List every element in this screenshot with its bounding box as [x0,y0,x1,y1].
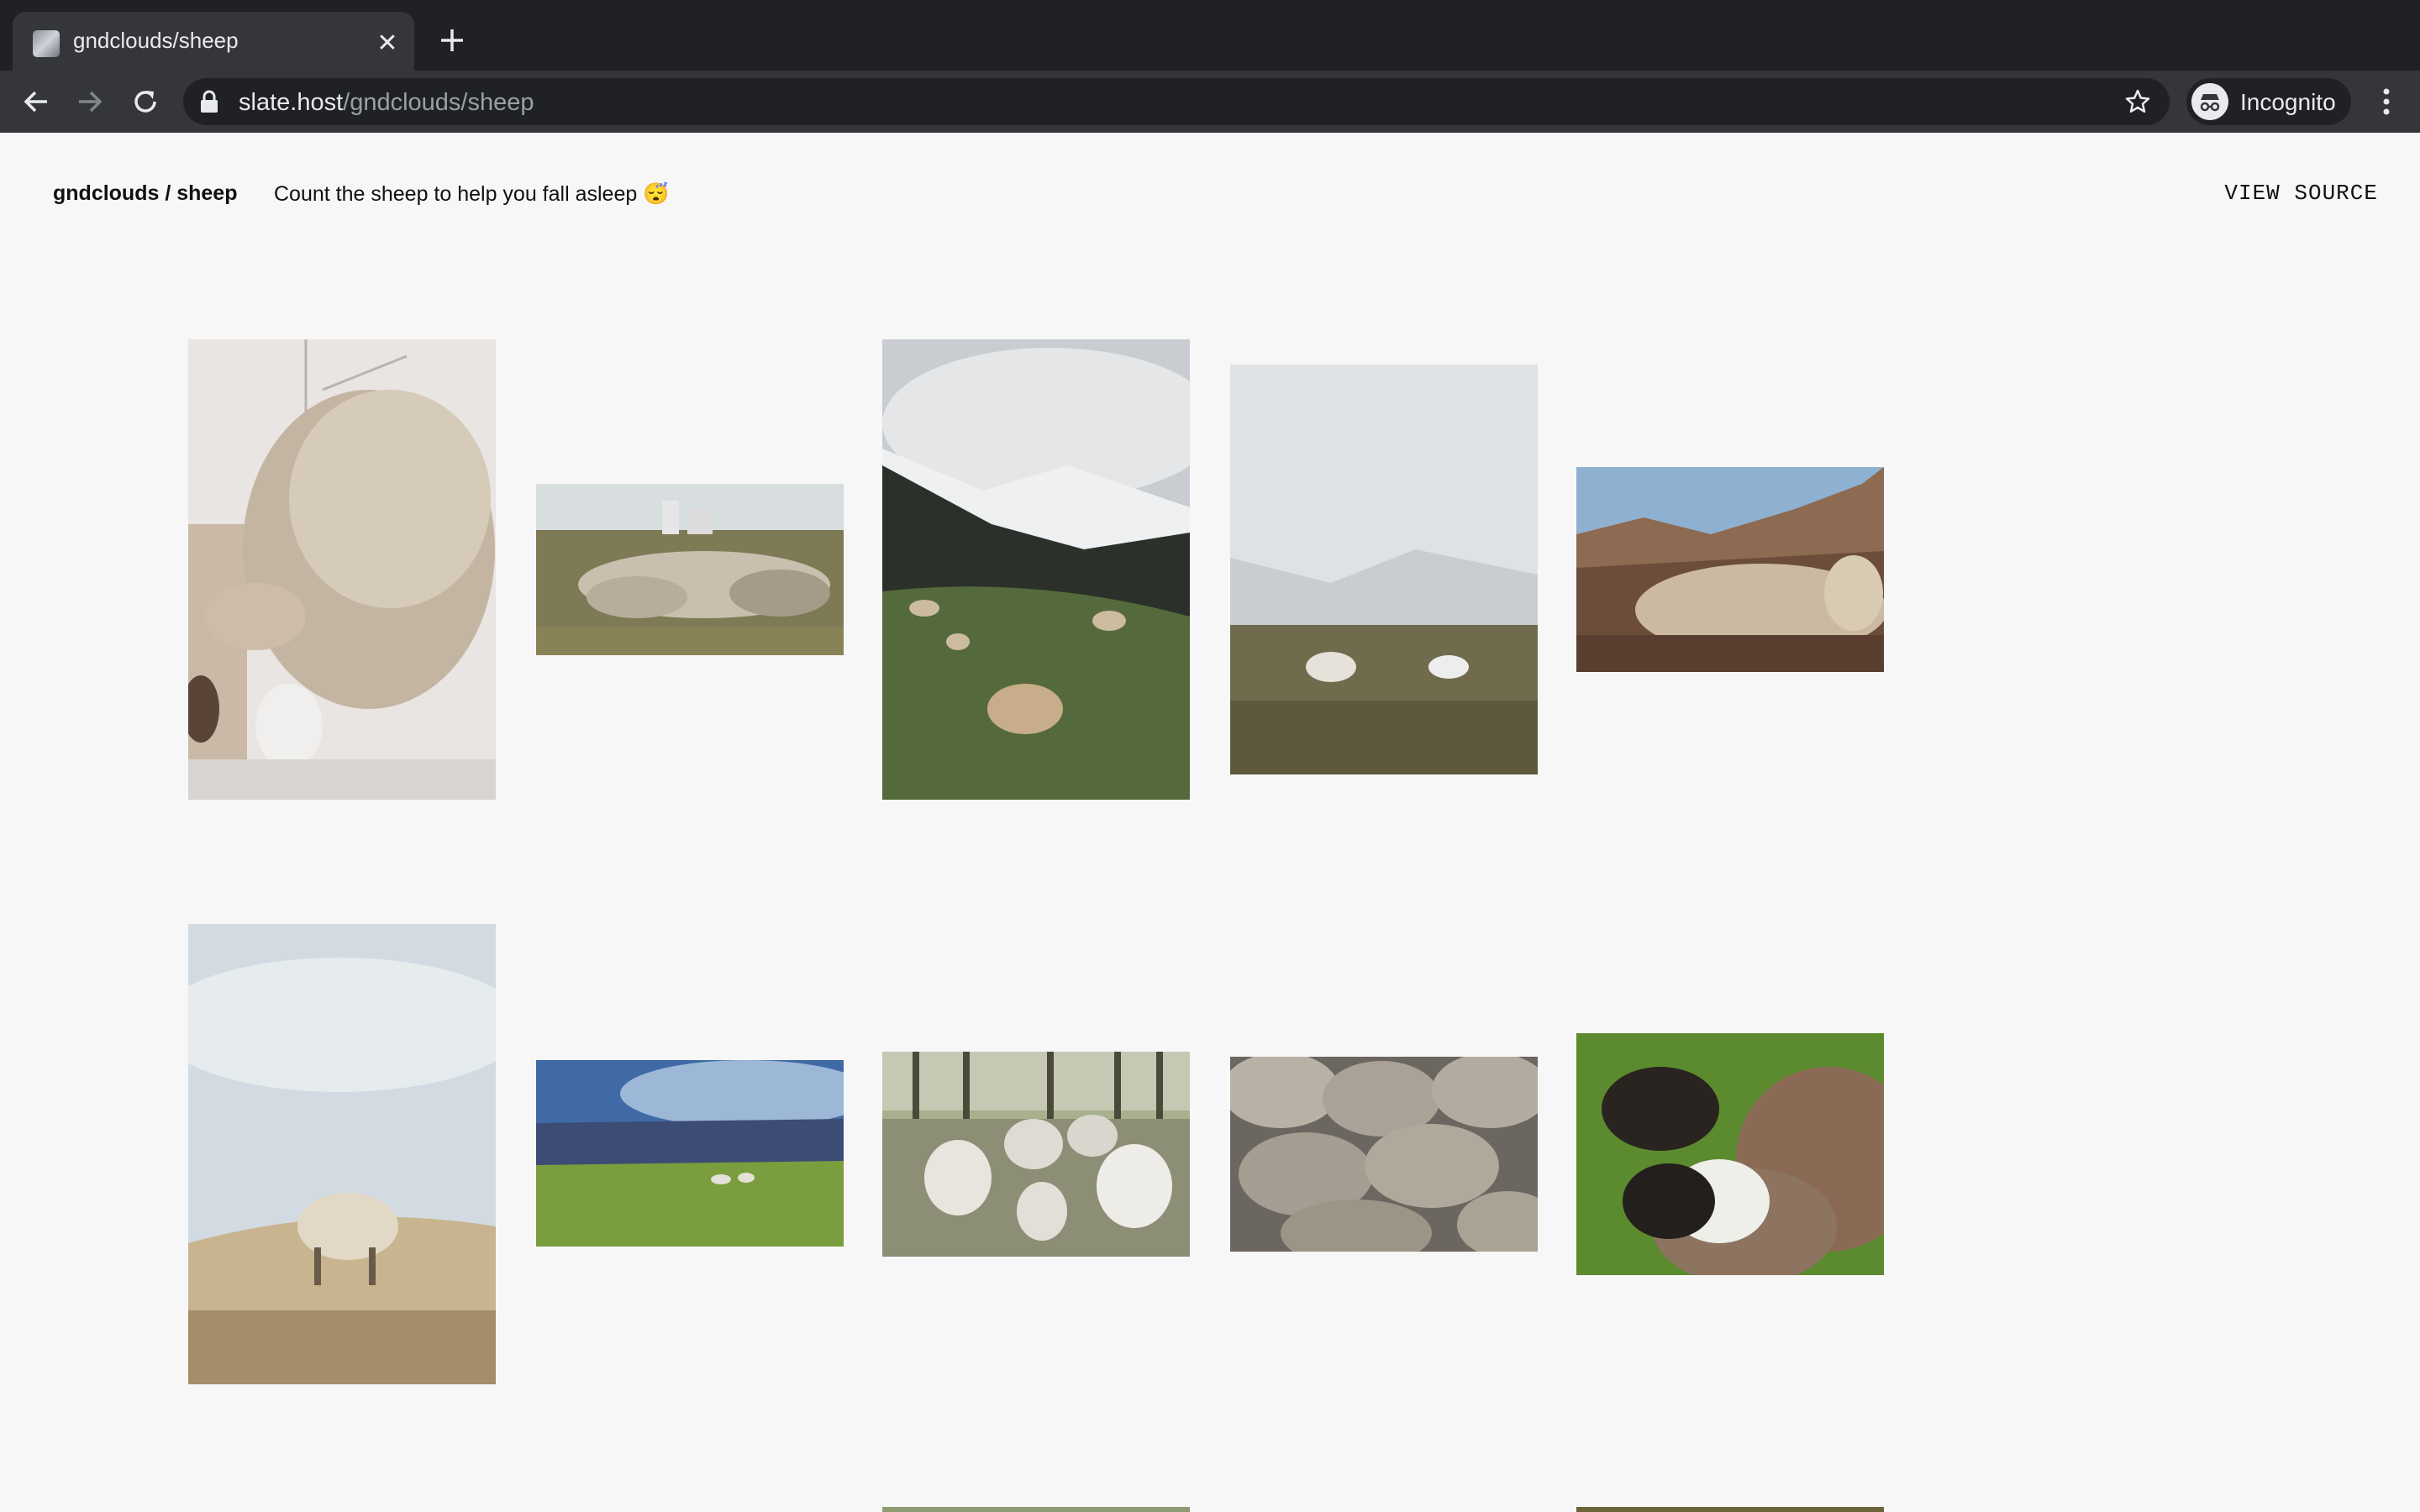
sheep-photo[interactable] [536,484,844,655]
incognito-label: Incognito [2240,89,2336,115]
lock-icon[interactable] [198,90,220,113]
close-icon[interactable]: ✕ [372,29,402,59]
back-arrow-icon[interactable] [17,82,55,121]
sheep-photo[interactable] [188,339,496,800]
reload-icon[interactable] [126,82,165,121]
sheep-photo[interactable] [882,339,1190,800]
forward-arrow-icon[interactable] [71,82,109,121]
slate-header: gndclouds / sheep Count the sheep to hel… [0,133,2420,250]
bookmark-star-icon[interactable] [2124,88,2151,115]
browser-tab[interactable]: gndclouds/sheep ✕ [13,12,414,71]
sheep-photo[interactable] [188,924,496,1384]
sheep-photo[interactable] [882,1507,1190,1512]
sheep-photo[interactable] [1576,1507,1884,1512]
browser-toolbar: slate.host/gndclouds/sheep Incognito [0,71,2420,133]
sheep-photo[interactable] [882,1052,1190,1257]
slate-title[interactable]: gndclouds / sheep [53,181,237,206]
sheep-photo[interactable] [1230,1057,1538,1252]
favicon-icon [33,30,60,57]
address-bar[interactable]: slate.host/gndclouds/sheep [183,78,2170,125]
sheep-photo[interactable] [1576,467,1884,672]
view-source-link[interactable]: VIEW SOURCE [2224,181,2378,206]
sheep-photo[interactable] [1576,1033,1884,1275]
incognito-profile-button[interactable]: Incognito [2186,78,2351,125]
slate-description: Count the sheep to help you fall asleep … [274,182,670,206]
sheep-photo[interactable] [536,1060,844,1247]
tab-title: gndclouds/sheep [73,28,239,53]
sheep-photo[interactable] [1230,365,1538,774]
kebab-menu-icon[interactable] [2370,82,2403,121]
incognito-icon [2191,83,2228,120]
new-tab-icon[interactable] [435,24,469,57]
browser-tabstrip: gndclouds/sheep ✕ [0,0,2420,71]
url-text[interactable]: slate.host/gndclouds/sheep [239,89,534,117]
